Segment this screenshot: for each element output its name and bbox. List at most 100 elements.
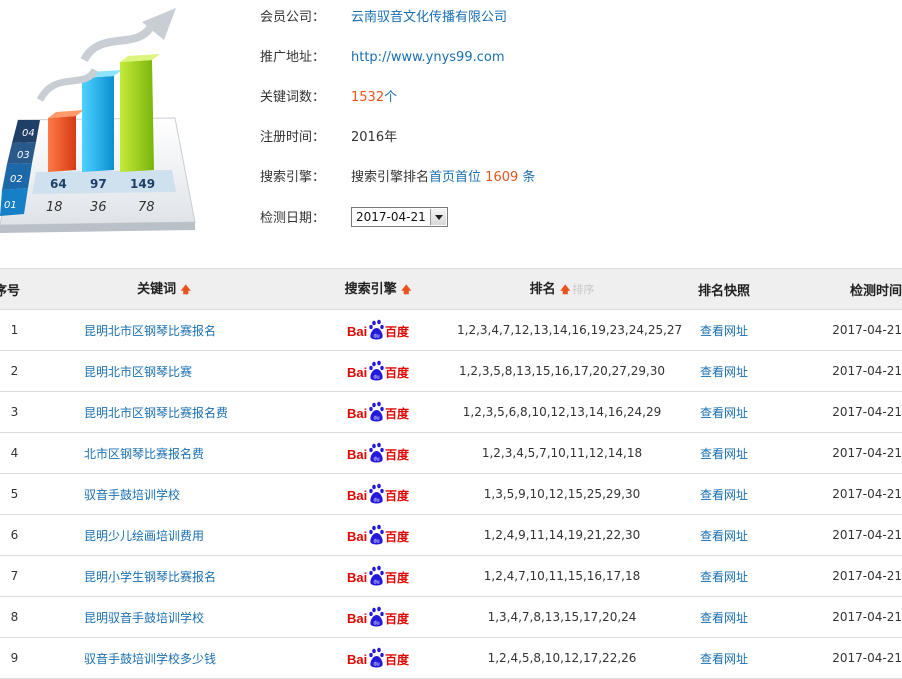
baidu-logo-cn: 百度 (385, 365, 409, 380)
header-rank-sort[interactable]: 排序 (572, 283, 594, 296)
header-engine-label: 搜索引擎 (344, 282, 397, 297)
promo-url-link[interactable]: http://www.ynys99.com (351, 50, 505, 65)
keyword-link[interactable]: 昆明北市区钢琴比赛报名费 (29, 406, 228, 420)
row-rank: 1,2,4,9,11,14,19,21,22,30 (457, 514, 667, 556)
header-snapshot-label: 排名快照 (697, 283, 750, 299)
check-time: 2017-04-21 (832, 364, 902, 378)
hero-tier-label: 02 (10, 174, 23, 185)
rank-values: 1,2,4,7,10,11,15,16,17,18 (483, 569, 641, 583)
table-row: 5 驭音手鼓培训学校 Bai du 百度 1,3,5,9,10,12,15,25… (0, 473, 902, 515)
row-rank: 1,2,3,5,6,8,10,12,13,14,16,24,29 (457, 391, 667, 433)
baidu-logo-bai: Bai (347, 365, 367, 380)
sort-up-icon[interactable]: 🡅 (401, 285, 411, 296)
baidu-logo-du: du (374, 334, 380, 340)
header-engine[interactable]: 搜索引擎 🡅 (299, 268, 457, 310)
row-snapshot: 查看网址 (667, 350, 781, 392)
row-rank: 1,2,4,5,8,10,12,17,22,26 (457, 637, 667, 679)
table-row: 4 北市区钢琴比赛报名费 Bai du 百度 1,2,3,4,5,7,10,11… (0, 432, 902, 474)
row-no: 6 (0, 514, 29, 556)
keyword-link[interactable]: 昆明驭音手鼓培训学校 (29, 611, 204, 625)
baidu-logo-cn: 百度 (385, 652, 409, 667)
keyword-link[interactable]: 驭音手鼓培训学校多少钱 (29, 652, 216, 666)
keyword-link[interactable]: 昆明北市区钢琴比赛报名 (29, 324, 216, 338)
first-page-unit: 条 (522, 170, 536, 185)
row-no-value: 2 (10, 364, 19, 378)
hero-tier-label: 04 (22, 128, 35, 139)
hero-tier-label: 03 (17, 150, 30, 161)
header-rank[interactable]: 排名 🡅 排序 (457, 268, 667, 310)
baidu-logo-bai: Bai (347, 324, 367, 339)
row-time: 2017-04-21 (781, 391, 902, 433)
hero-tier-label: 01 (4, 200, 17, 211)
keyword-link[interactable]: 驭音手鼓培训学校 (29, 488, 180, 502)
row-engine: Bai du 百度 (299, 555, 457, 597)
rank-values: 1,3,5,9,10,12,15,25,29,30 (483, 487, 641, 501)
view-url-link[interactable]: 查看网址 (700, 406, 748, 420)
view-url-link[interactable]: 查看网址 (700, 570, 748, 584)
rank-values: 1,3,4,7,8,13,15,17,20,24 (487, 610, 637, 624)
row-snapshot: 查看网址 (667, 596, 781, 638)
sort-up-icon[interactable]: 🡅 (560, 285, 570, 296)
row-engine: Bai du 百度 (299, 637, 457, 679)
check-time: 2017-04-21 (832, 323, 902, 337)
detect-date-value: 2017-04-21 (356, 210, 426, 224)
baidu-logo-icon: Bai du 百度 (347, 319, 409, 340)
row-no: 8 (0, 596, 29, 638)
row-engine: Bai du 百度 (299, 596, 457, 638)
hero-bar-value: 64 (50, 177, 67, 191)
first-page-count: 1609 (485, 170, 519, 185)
keyword-link[interactable]: 北市区钢琴比赛报名费 (29, 447, 204, 461)
rank-values: 1,2,4,5,8,10,12,17,22,26 (487, 651, 637, 665)
check-time: 2017-04-21 (832, 487, 902, 501)
row-rank: 1,3,4,7,8,13,15,17,20,24 (457, 596, 667, 638)
row-engine: Bai du 百度 (299, 350, 457, 392)
chevron-down-icon[interactable] (429, 209, 446, 225)
baidu-logo-cn: 百度 (385, 529, 409, 544)
detect-date-select[interactable]: 2017-04-21 (351, 207, 448, 227)
sort-up-icon[interactable]: 🡅 (181, 285, 191, 296)
row-no: 7 (0, 555, 29, 597)
company-link[interactable]: 云南驭音文化传播有限公司 (351, 10, 507, 25)
row-no: 4 (0, 432, 29, 474)
row-no: 5 (0, 473, 29, 515)
row-no-value: 9 (10, 651, 19, 665)
rank-values: 1,2,3,5,6,8,10,12,13,14,16,24,29 (462, 405, 662, 419)
keyword-link[interactable]: 昆明少儿绘画培训费用 (29, 529, 204, 543)
view-url-link[interactable]: 查看网址 (700, 324, 748, 338)
baidu-logo-icon: Bai du 百度 (347, 483, 409, 504)
row-engine: Bai du 百度 (299, 432, 457, 474)
row-no-value: 1 (10, 323, 19, 337)
baidu-logo-bai: Bai (347, 652, 367, 667)
view-url-link[interactable]: 查看网址 (700, 488, 748, 502)
table-row: 6 昆明少儿绘画培训费用 Bai du 百度 1,2,4,9,11,14,19,… (0, 514, 902, 556)
row-keyword: 北市区钢琴比赛报名费 (29, 432, 299, 474)
info-keywords-row: 关键词数： 1532个 (260, 88, 397, 108)
baidu-logo-bai: Bai (347, 488, 367, 503)
rank-values: 1,2,3,4,7,12,13,14,16,19,23,24,25,27 (457, 323, 683, 337)
table-row: 9 驭音手鼓培训学校多少钱 Bai du 百度 1,2,4,5,8,10,12,… (0, 637, 902, 679)
view-url-link[interactable]: 查看网址 (700, 447, 748, 461)
view-url-link[interactable]: 查看网址 (700, 365, 748, 379)
table-row: 7 昆明小学生钢琴比赛报名 Bai du 百度 1,2,4,7,10,11,15… (0, 555, 902, 597)
baidu-logo-cn: 百度 (385, 406, 409, 421)
info-reg-row: 注册时间： 2016年 (260, 128, 397, 148)
table-row: 8 昆明驭音手鼓培训学校 Bai du 百度 1,3,4,7,8,13,15,1… (0, 596, 902, 638)
row-keyword: 昆明北市区钢琴比赛报名 (29, 309, 299, 351)
view-url-link[interactable]: 查看网址 (700, 652, 748, 666)
first-page-text: 首页首位 (429, 170, 482, 185)
baidu-logo-du: du (374, 621, 380, 627)
row-keyword: 驭音手鼓培训学校多少钱 (29, 637, 299, 679)
date-label: 检测日期： (260, 211, 326, 226)
row-rank: 1,2,4,7,10,11,15,16,17,18 (457, 555, 667, 597)
keyword-link[interactable]: 昆明北市区钢琴比赛 (29, 365, 192, 379)
keyword-link[interactable]: 昆明小学生钢琴比赛报名 (29, 570, 216, 584)
baidu-logo-cn: 百度 (385, 611, 409, 626)
row-rank: 1,2,3,4,5,7,10,11,12,14,18 (457, 432, 667, 474)
view-url-link[interactable]: 查看网址 (700, 529, 748, 543)
info-company-row: 会员公司： 云南驭音文化传播有限公司 (260, 8, 507, 28)
baidu-logo-bai: Bai (347, 529, 367, 544)
row-keyword: 昆明小学生钢琴比赛报名 (29, 555, 299, 597)
check-time: 2017-04-21 (832, 651, 902, 665)
view-url-link[interactable]: 查看网址 (700, 611, 748, 625)
header-keyword[interactable]: 关键词 🡅 (29, 268, 299, 310)
